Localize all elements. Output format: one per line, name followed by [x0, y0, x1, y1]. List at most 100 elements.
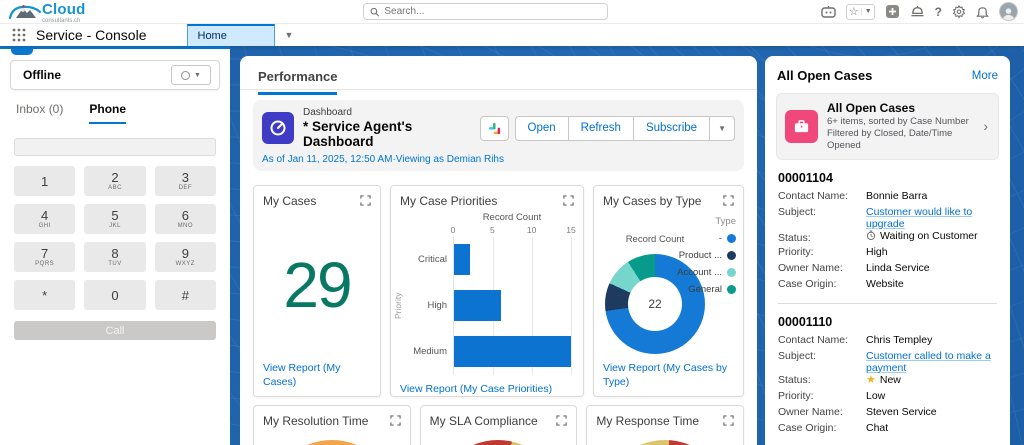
view-report-link[interactable]: View Report (My Cases) [263, 362, 340, 388]
dialpad-key-#[interactable]: # [155, 280, 216, 310]
presence-dropdown-button[interactable]: ▼ [171, 65, 211, 85]
dashboard-tabs-row: Performance [240, 56, 757, 90]
view-report-link[interactable]: View Report (My Case Priorities) [400, 383, 552, 395]
case-number[interactable]: 00001104 [778, 171, 997, 185]
dialpad-key-7[interactable]: 7PQRS [14, 242, 75, 272]
mountain-logo-icon [8, 2, 42, 22]
global-search[interactable] [363, 3, 608, 20]
gauge-chart: 20%40%60%80% [434, 440, 562, 445]
key-letters: PQRS [35, 260, 54, 268]
softphone-tabs: Inbox (0) Phone [0, 90, 230, 124]
bar-row [454, 237, 571, 283]
setup-gear-icon[interactable] [952, 5, 966, 19]
field-label: Priority: [778, 390, 866, 402]
softphone-tab-inbox-0-[interactable]: Inbox (0) [16, 102, 63, 124]
more-actions-caret-icon[interactable]: ▼ [710, 116, 735, 141]
subscribe-button[interactable]: Subscribe [634, 116, 710, 141]
open-button[interactable]: Open [515, 116, 569, 141]
widget-my-resolution-time: My Resolution Time4.89.614.419.2 [253, 405, 411, 445]
all-open-cases-panel: All Open Cases More All Open Cases 6+ it… [765, 56, 1010, 445]
console-nav-bar: Service - Console Home ▼ [0, 23, 1024, 46]
dialpad-key-9[interactable]: 9WXYZ [155, 242, 216, 272]
cases-briefcase-icon [785, 110, 818, 143]
help-icon[interactable]: ? [935, 5, 942, 19]
expand-icon[interactable] [556, 415, 567, 426]
field-value: Low [866, 390, 997, 402]
expand-icon[interactable] [723, 195, 734, 206]
phone-number-input[interactable] [14, 138, 216, 156]
company-logo: Cloud consultants.ch [0, 0, 86, 24]
key-digit: 4 [41, 209, 48, 222]
list-view-card[interactable]: All Open Cases 6+ items, sorted by Case … [776, 93, 999, 160]
widget-title: My SLA Compliance [430, 414, 538, 428]
favorites-caret-icon[interactable]: ▼ [861, 8, 872, 15]
case-field-row: Subject:Customer would like to upgrade [778, 206, 997, 230]
key-digit: 5 [111, 209, 118, 222]
case-field-row: Contact Name:Bonnie Barra [778, 190, 997, 206]
softphone-tab-phone[interactable]: Phone [89, 102, 126, 124]
subject-link[interactable]: Customer would like to upgrade [866, 206, 997, 230]
key-digit: 3 [182, 171, 189, 184]
key-digit: 0 [111, 289, 118, 302]
case-item: 00001104 Contact Name:Bonnie BarraSubject… [778, 160, 997, 304]
dialpad-key-1[interactable]: 1 [14, 166, 75, 196]
expand-icon[interactable] [360, 195, 371, 206]
app-launcher-icon[interactable] [0, 24, 36, 46]
field-value: Steven Service [866, 406, 997, 418]
user-avatar[interactable] [999, 2, 1018, 21]
gauge-arc [601, 440, 729, 445]
notifications-bell-icon[interactable] [976, 5, 989, 19]
case-item: 00001110Contact Name:Chris TempleySubjec… [778, 304, 997, 445]
presence-dot-icon [181, 71, 190, 80]
tab-home[interactable]: Home [187, 24, 275, 46]
slack-share-button[interactable] [480, 116, 509, 141]
tab-performance[interactable]: Performance [258, 69, 337, 95]
gauge-ring [601, 440, 729, 445]
case-field-row: Case Origin:Chat [778, 422, 997, 438]
field-label: Subject: [778, 206, 866, 218]
field-value: High [866, 246, 997, 258]
gridline [571, 237, 572, 375]
dialpad-key-3[interactable]: 3DEF [155, 166, 216, 196]
dialpad-key-6[interactable]: 6MNO [155, 204, 216, 234]
dialpad-key-5[interactable]: 5JKL [84, 204, 145, 234]
dialpad-key-4[interactable]: 4GHI [14, 204, 75, 234]
guidance-center-icon[interactable] [910, 5, 925, 18]
new-status-star-icon: ★ [866, 375, 876, 385]
search-input[interactable] [384, 6, 601, 17]
field-label: Status: [778, 232, 866, 244]
dashboard-header-card: Dashboard * Service Agent's Dashboard Op… [253, 100, 744, 171]
app-name[interactable]: Service - Console [36, 24, 173, 46]
dialpad-key-*[interactable]: * [14, 280, 75, 310]
field-value: Waiting on Customer [866, 230, 997, 242]
case-field-row: Case Origin:Website [778, 278, 997, 294]
expand-icon[interactable] [563, 195, 574, 206]
expand-icon[interactable] [723, 415, 734, 426]
presence-status-label: Offline [23, 68, 61, 82]
legend-item: Account ... [677, 267, 736, 278]
dialpad-key-2[interactable]: 2ABC [84, 166, 145, 196]
widget-my-cases-by-type: My Cases by Type Record Count 22 Type -P… [593, 185, 744, 397]
legend-title: Type [677, 216, 736, 227]
call-button[interactable]: Call [14, 321, 216, 340]
donut-total: 22 [628, 277, 682, 331]
case-number[interactable]: 00001110 [778, 315, 997, 329]
legend-label: Account ... [677, 267, 722, 278]
favorites-control[interactable]: ☆ ▼ [846, 4, 875, 20]
legend-dot-icon [727, 251, 736, 260]
bar-chart-xticks: 051015 [453, 225, 571, 237]
dialpad-key-8[interactable]: 8TUV [84, 242, 145, 272]
legend-item: General [677, 284, 736, 295]
x-tick: 0 [451, 225, 456, 235]
legend-dot-icon [727, 285, 736, 294]
assistant-icon[interactable] [821, 5, 836, 18]
more-link[interactable]: More [972, 70, 998, 82]
refresh-button[interactable]: Refresh [569, 116, 634, 141]
dialpad-key-0[interactable]: 0 [84, 280, 145, 310]
quick-add-icon[interactable] [885, 4, 900, 19]
view-report-link[interactable]: View Report (My Cases by Type) [603, 362, 727, 388]
favorites-star-icon[interactable]: ☆ [849, 7, 859, 17]
expand-icon[interactable] [390, 415, 401, 426]
subject-link[interactable]: Customer called to make a payment [866, 350, 997, 374]
tab-dropdown-caret-icon[interactable]: ▼ [275, 24, 304, 46]
